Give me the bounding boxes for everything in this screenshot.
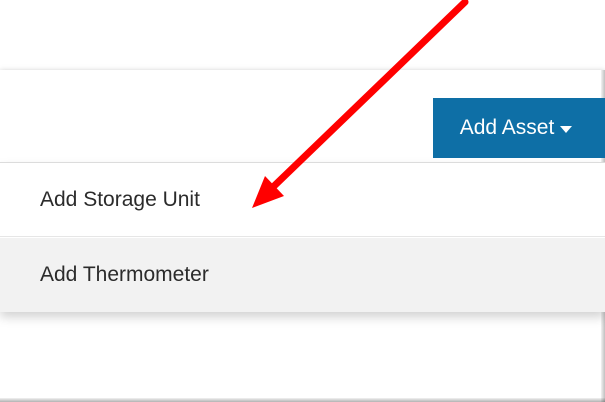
menu-item-add-storage-unit[interactable]: Add Storage Unit <box>0 163 605 237</box>
add-asset-dropdown-menu: Add Storage Unit Add Thermometer <box>0 162 605 312</box>
menu-item-add-thermometer[interactable]: Add Thermometer <box>0 238 605 312</box>
caret-down-icon <box>560 125 573 133</box>
menu-item-label: Add Storage Unit <box>40 187 200 211</box>
menu-item-label: Add Thermometer <box>40 263 209 286</box>
panel-shadow-bottom <box>0 398 605 402</box>
add-asset-button[interactable]: Add Asset <box>433 98 605 158</box>
add-asset-label: Add Asset <box>459 116 555 139</box>
